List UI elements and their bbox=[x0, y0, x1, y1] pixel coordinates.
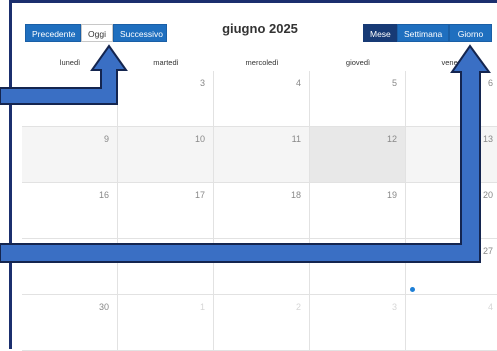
arrow-to-today-button bbox=[0, 44, 128, 105]
annotation-arrows bbox=[0, 44, 491, 263]
arrow-to-day-view-button bbox=[0, 44, 491, 263]
